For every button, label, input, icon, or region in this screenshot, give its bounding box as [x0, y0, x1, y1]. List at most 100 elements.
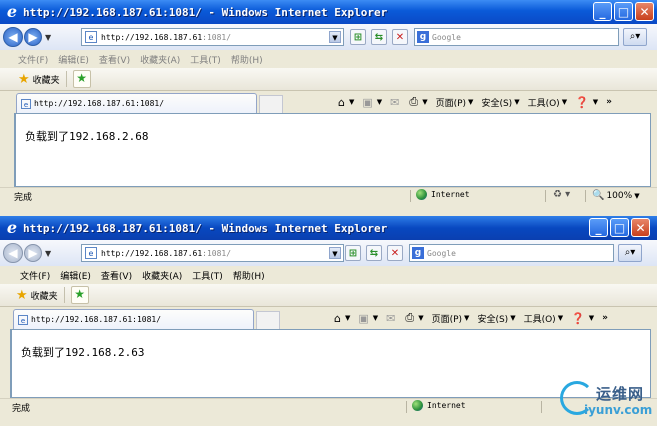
new-tab-button[interactable]	[256, 311, 280, 329]
tools-menu[interactable]: 工具(O) ▼	[528, 96, 568, 109]
add-favorite-icon[interactable]: ★	[70, 286, 89, 304]
status-divider	[410, 190, 411, 202]
page-text: 负载到了192.168.2.63	[21, 346, 145, 359]
page-menu[interactable]: 页面(P) ▼	[432, 312, 470, 325]
tab-current[interactable]: e http://192.168.187.61:1081/	[16, 93, 257, 113]
menu-help[interactable]: 帮助(H)	[233, 269, 265, 282]
menu-favorites[interactable]: 收藏夹(A)	[142, 269, 182, 282]
protected-mode-icon[interactable]: ♻ ▾	[553, 189, 570, 200]
add-favorite-icon[interactable]: ★	[72, 70, 91, 88]
maximize-button[interactable]: □	[610, 218, 629, 237]
chevron-more-icon[interactable]: »	[606, 97, 612, 107]
back-button[interactable]: ◀	[3, 27, 23, 47]
menu-bar: 文件(F) 编辑(E) 查看(V) 收藏夹(A) 工具(T) 帮助(H)	[0, 50, 657, 68]
tab-page-icon: e	[21, 98, 31, 109]
search-button[interactable]: ⌕▾	[623, 28, 647, 46]
menu-tools[interactable]: 工具(T)	[192, 269, 223, 282]
search-box[interactable]: g Google	[409, 244, 614, 262]
page-menu[interactable]: 页面(P) ▼	[436, 96, 474, 109]
print-icon: ⎙	[409, 95, 419, 108]
tab-current[interactable]: e http://192.168.187.61:1081/	[13, 309, 254, 329]
command-bar: ⌂ ▼ ▣ ▼ ✉ ⎙ ▼ 页面(P) ▼ 安全(S) ▼ 工具(O) ▼ ❓ ▼ »	[338, 95, 653, 109]
minimize-button[interactable]: _	[589, 218, 608, 237]
globe-icon	[412, 400, 423, 411]
tools-menu[interactable]: 工具(O) ▼	[524, 312, 564, 325]
print-button[interactable]: ⎙ ▼	[405, 311, 423, 325]
close-button[interactable]: ✕	[631, 218, 650, 237]
close-button[interactable]: ✕	[635, 2, 654, 21]
menu-view[interactable]: 查看(V)	[101, 269, 132, 282]
refresh-icon[interactable]: ⇆	[366, 245, 382, 261]
security-zone[interactable]: Internet	[412, 400, 466, 411]
back-button[interactable]: ◀	[3, 243, 23, 263]
favorites-button[interactable]: 收藏夹	[33, 73, 60, 86]
favorites-star-icon[interactable]: ★	[18, 72, 30, 87]
home-button[interactable]: ⌂ ▼	[338, 96, 354, 109]
search-button[interactable]: ⌕▾	[618, 244, 642, 262]
refresh-icon[interactable]: ⇆	[371, 29, 387, 45]
chevron-more-icon[interactable]: »	[602, 313, 608, 323]
menu-help[interactable]: 帮助(H)	[231, 53, 263, 66]
help-icon: ❓	[571, 311, 585, 325]
menu-file[interactable]: 文件(F)	[18, 53, 48, 66]
help-icon: ❓	[575, 95, 589, 109]
recent-pages-dropdown-icon[interactable]: ▼	[45, 33, 51, 42]
ie-logo-icon: e	[6, 218, 18, 237]
compatibility-icon[interactable]: ⊞	[345, 245, 361, 261]
safety-menu[interactable]: 安全(S) ▼	[477, 312, 515, 325]
menu-tools[interactable]: 工具(T)	[190, 53, 221, 66]
title-bar[interactable]: e http://192.168.187.61:1081/ - Windows …	[0, 0, 657, 24]
favorites-button[interactable]: 收藏夹	[31, 289, 58, 302]
address-toolbar: ◀ ▶ ▼ e http://192.168.187.61:1081/ ▼ ⊞ …	[0, 240, 657, 266]
zoom-control[interactable]: 🔍 100% ▼	[592, 190, 640, 201]
favorites-bar: ★ 收藏夹 ★	[0, 68, 657, 91]
help-button[interactable]: ❓ ▼	[575, 96, 598, 109]
zoom-icon: 🔍	[592, 190, 605, 201]
address-dropdown-icon[interactable]: ▼	[329, 247, 341, 259]
home-button[interactable]: ⌂ ▼	[334, 312, 350, 325]
search-box[interactable]: g Google	[414, 28, 619, 46]
safety-menu-label: 安全(S)	[477, 314, 509, 325]
recent-pages-dropdown-icon[interactable]: ▼	[45, 249, 51, 258]
window-controls: _ □ ✕	[593, 2, 654, 21]
stop-icon[interactable]: ✕	[392, 29, 408, 45]
mail-button[interactable]: ✉	[386, 312, 397, 325]
tools-menu-label: 工具(O)	[523, 314, 556, 325]
window-title: http://192.168.187.61:1081/ - Windows In…	[23, 5, 388, 19]
tab-row: e http://192.168.187.61:1081/ ⌂ ▼ ▣ ▼ ✉ ⎙ ▼…	[0, 91, 657, 113]
menu-edit[interactable]: 编辑(E)	[60, 269, 91, 282]
help-button[interactable]: ❓ ▼	[571, 312, 594, 325]
forward-button[interactable]: ▶	[24, 244, 42, 262]
zoom-level: 100%	[606, 190, 633, 201]
maximize-button[interactable]: □	[614, 2, 633, 21]
mail-button[interactable]: ✉	[390, 96, 401, 109]
watermark-logo: 运维网 iyunv.com	[560, 381, 657, 426]
home-icon: ⌂	[334, 311, 341, 325]
status-divider	[541, 401, 542, 413]
address-dropdown-icon[interactable]: ▼	[329, 31, 341, 43]
feeds-button[interactable]: ▣ ▼	[362, 96, 382, 109]
watermark-subtitle: iyunv.com	[584, 403, 653, 417]
menu-file[interactable]: 文件(F)	[20, 269, 50, 282]
address-host: http://192.168.187.61	[101, 248, 203, 258]
menu-favorites[interactable]: 收藏夹(A)	[140, 53, 180, 66]
menu-view[interactable]: 查看(V)	[99, 53, 130, 66]
feeds-button[interactable]: ▣ ▼	[358, 312, 378, 325]
favorites-star-icon[interactable]: ★	[16, 288, 28, 303]
page-menu-label: 页面(P)	[435, 98, 467, 109]
address-bar[interactable]: e http://192.168.187.61:1081/ ▼	[81, 28, 344, 46]
status-bar: 完成 Internet ♻ ▾ 🔍 100% ▼	[0, 187, 657, 204]
tab-title: http://192.168.187.61:1081/	[31, 315, 162, 324]
stop-icon[interactable]: ✕	[387, 245, 403, 261]
new-tab-button[interactable]	[259, 95, 283, 113]
security-zone[interactable]: Internet	[416, 189, 470, 200]
safety-menu[interactable]: 安全(S) ▼	[481, 96, 519, 109]
title-bar[interactable]: e http://192.168.187.61:1081/ - Windows …	[0, 216, 657, 240]
ie-logo-icon: e	[6, 2, 18, 21]
minimize-button[interactable]: _	[593, 2, 612, 21]
menu-edit[interactable]: 编辑(E)	[58, 53, 89, 66]
print-button[interactable]: ⎙ ▼	[409, 95, 427, 109]
address-bar[interactable]: e http://192.168.187.61:1081/ ▼	[81, 244, 344, 262]
forward-button[interactable]: ▶	[24, 28, 42, 46]
compatibility-icon[interactable]: ⊞	[350, 29, 366, 45]
